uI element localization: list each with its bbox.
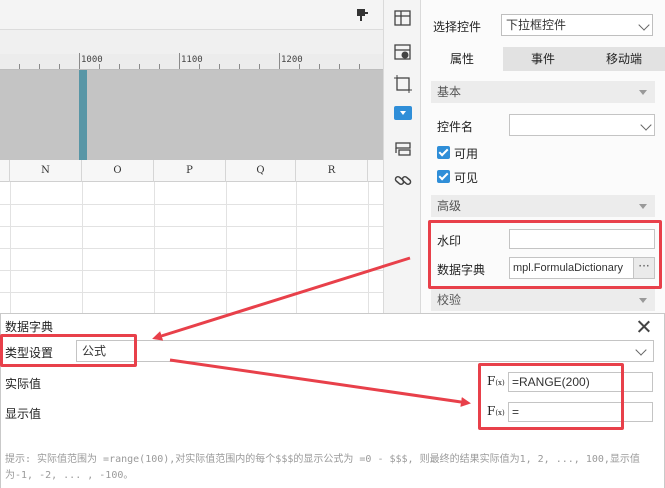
widget-settings-icon[interactable] bbox=[393, 42, 413, 62]
hint-text: 提示: 实际值范围为 =range(100),对实际值范围内的每个$$$的显示公… bbox=[5, 454, 640, 481]
cell-attribute-icon[interactable] bbox=[393, 8, 413, 28]
parameter-design-area[interactable] bbox=[0, 70, 383, 160]
paint-bucket-icon[interactable] bbox=[356, 8, 370, 22]
sheet-toolbar bbox=[0, 0, 383, 30]
column-header-r[interactable]: R bbox=[296, 160, 368, 182]
float-element-icon[interactable] bbox=[393, 74, 413, 94]
control-select[interactable]: 下拉框控件 bbox=[501, 14, 653, 36]
chevron-down-icon bbox=[635, 344, 647, 356]
tab-mobile[interactable]: 移动端 bbox=[583, 47, 665, 71]
column-header-n[interactable]: N bbox=[10, 160, 82, 182]
type-setting-select[interactable]: 公式 bbox=[76, 340, 654, 362]
annotation-box-formulas bbox=[478, 363, 624, 430]
section-advanced[interactable]: 高级 bbox=[431, 195, 655, 217]
column-header-q[interactable]: Q bbox=[226, 160, 296, 182]
property-icon-strip bbox=[383, 0, 421, 320]
control-select-value: 下拉框控件 bbox=[506, 18, 567, 32]
hyperlink-icon[interactable] bbox=[393, 170, 413, 190]
chevron-down-icon bbox=[640, 119, 652, 131]
dialog-title: 数据字典 bbox=[5, 320, 54, 334]
tab-events[interactable]: 事件 bbox=[503, 47, 583, 71]
close-icon[interactable] bbox=[637, 320, 650, 333]
enabled-label: 可用 bbox=[454, 147, 479, 161]
section-basic[interactable]: 基本 bbox=[431, 81, 655, 103]
section-basic-label: 基本 bbox=[437, 85, 462, 99]
section-verify[interactable]: 校验 bbox=[431, 289, 655, 311]
property-tabs: 属性 事件 移动端 bbox=[421, 47, 665, 71]
tab-attributes[interactable]: 属性 bbox=[421, 47, 503, 71]
annotation-box-type-setting bbox=[0, 334, 137, 367]
section-verify-label: 校验 bbox=[437, 293, 462, 307]
enabled-checkbox[interactable] bbox=[437, 146, 450, 159]
report-sheet-area: 1000 1100 1200 N O P Q R bbox=[0, 0, 383, 320]
collapse-icon bbox=[639, 298, 647, 303]
ruler: 1000 1100 1200 bbox=[0, 53, 383, 70]
chevron-down-icon bbox=[638, 19, 650, 31]
widget-name-label: 控件名 bbox=[437, 120, 474, 134]
cell-grid[interactable]: N O P Q R bbox=[0, 160, 383, 320]
control-select-label: 选择控件 bbox=[433, 20, 482, 34]
visible-checkbox[interactable] bbox=[437, 170, 450, 183]
actual-value-label: 实际值 bbox=[5, 377, 42, 391]
collapse-icon bbox=[639, 90, 647, 95]
widget-name-select[interactable] bbox=[509, 114, 655, 136]
dropdown-widget-icon[interactable] bbox=[394, 106, 412, 120]
column-header-o[interactable]: O bbox=[82, 160, 154, 182]
page-boundary-marker bbox=[79, 70, 87, 160]
column-header-p[interactable]: P bbox=[154, 160, 226, 182]
condition-attribute-icon[interactable] bbox=[393, 140, 413, 160]
collapse-icon bbox=[639, 204, 647, 209]
annotation-box-advanced bbox=[428, 220, 662, 289]
visible-label: 可见 bbox=[454, 171, 479, 185]
column-header-row: N O P Q R bbox=[0, 160, 383, 182]
display-value-label: 显示值 bbox=[5, 407, 42, 421]
section-advanced-label: 高级 bbox=[437, 199, 462, 213]
